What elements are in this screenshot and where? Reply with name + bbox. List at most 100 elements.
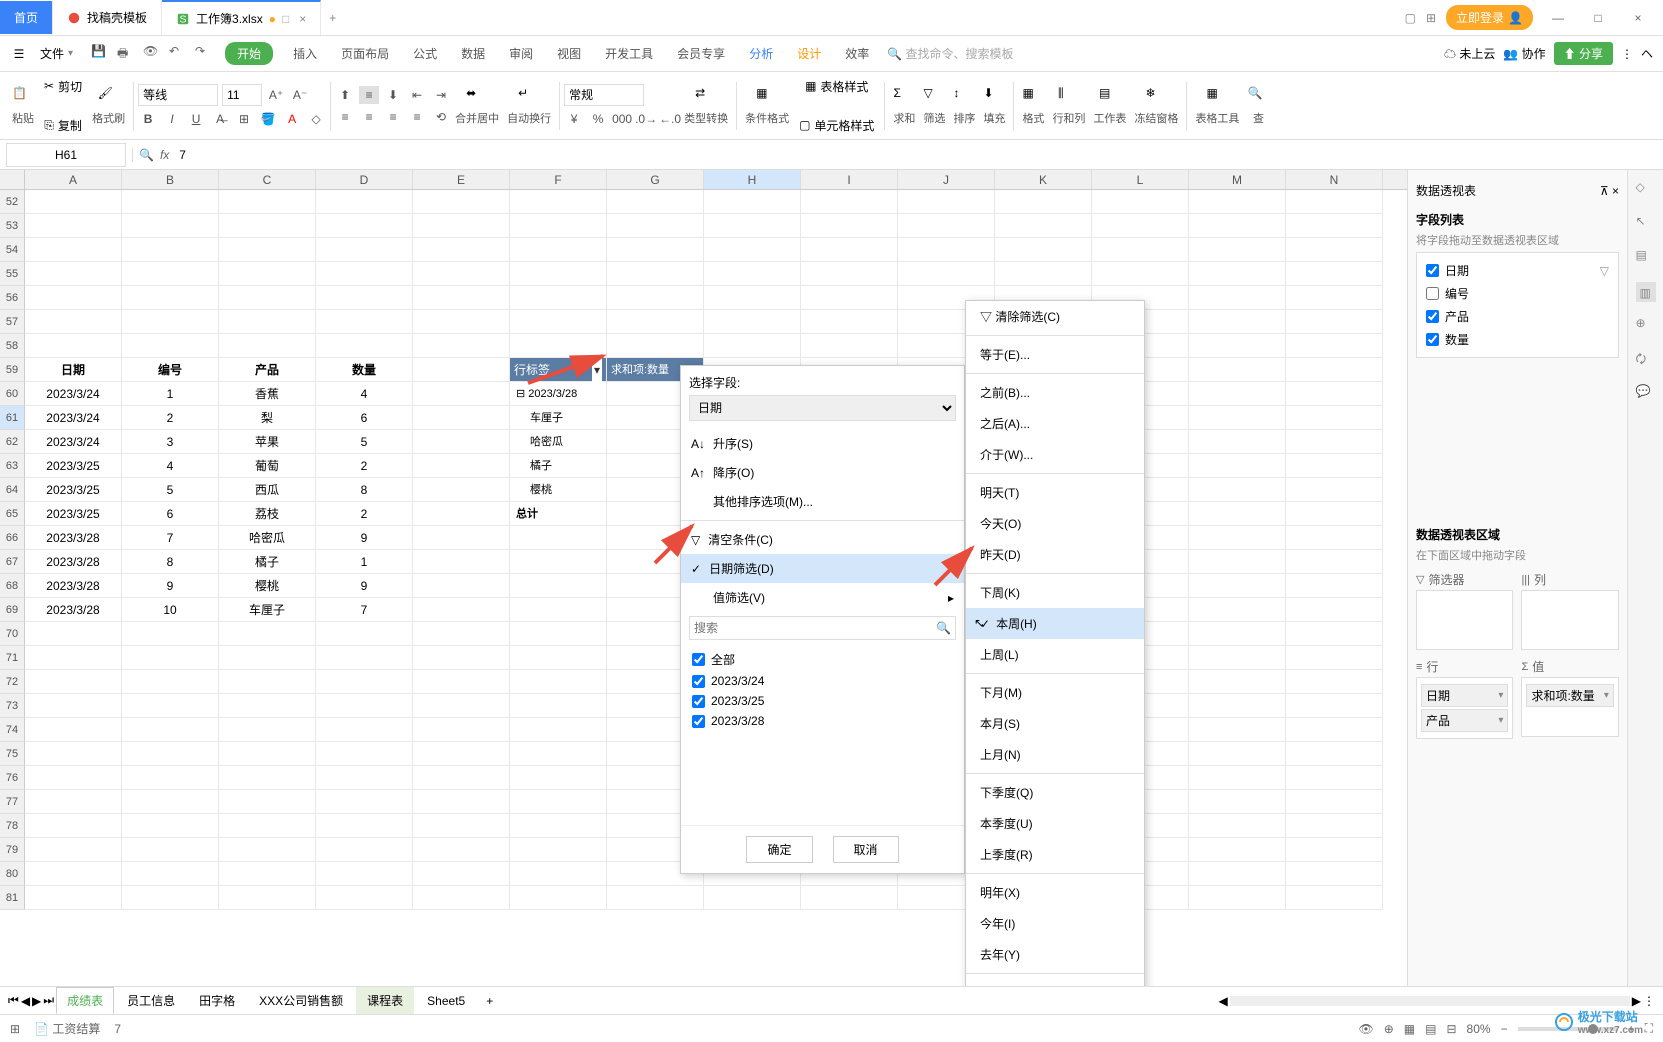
row-header[interactable]: 54 xyxy=(0,238,25,262)
cell[interactable]: 7 xyxy=(316,598,413,622)
cell[interactable]: 9 xyxy=(316,526,413,550)
cell[interactable] xyxy=(607,238,704,262)
cell[interactable] xyxy=(219,310,316,334)
cell[interactable] xyxy=(413,238,510,262)
cell[interactable]: 2023/3/24 xyxy=(25,430,122,454)
row-header[interactable]: 60 xyxy=(0,382,25,406)
cell[interactable] xyxy=(25,694,122,718)
cell[interactable] xyxy=(801,190,898,214)
cell[interactable]: 7 xyxy=(122,526,219,550)
cell[interactable]: 日期 xyxy=(25,358,122,382)
cell[interactable] xyxy=(607,310,704,334)
cell[interactable]: 橘子 xyxy=(219,550,316,574)
horizontal-scrollbar[interactable] xyxy=(1230,996,1630,1006)
cell[interactable] xyxy=(413,478,510,502)
cell[interactable]: 2023/3/28 xyxy=(25,526,122,550)
cell[interactable] xyxy=(25,766,122,790)
paste-button[interactable]: 📋粘贴 xyxy=(8,84,38,128)
cell[interactable] xyxy=(122,238,219,262)
field-qty[interactable]: 数量 xyxy=(1423,328,1612,351)
date-filter-item[interactable]: ✓日期筛选(D)▸ xyxy=(681,554,964,583)
row-header[interactable]: 52 xyxy=(0,190,25,214)
cell[interactable] xyxy=(1286,790,1383,814)
column-header-J[interactable]: J xyxy=(898,170,995,189)
row-header[interactable]: 56 xyxy=(0,286,25,310)
cell[interactable]: 6 xyxy=(122,502,219,526)
cell[interactable] xyxy=(607,190,704,214)
spreadsheet-grid[interactable]: ABCDEFGHIJKLMN 5253545556575859日期编号产品数量行… xyxy=(0,170,1407,986)
cell[interactable] xyxy=(413,838,510,862)
sheet-tab-1[interactable]: 成绩表 xyxy=(56,987,114,1014)
field-product[interactable]: 产品 xyxy=(1423,305,1612,328)
sm-yesterday[interactable]: 昨天(D) xyxy=(966,539,1144,570)
cell[interactable] xyxy=(510,574,607,598)
cell[interactable] xyxy=(1286,214,1383,238)
pin-icon[interactable]: ⊼ xyxy=(1600,184,1609,198)
cell-style-button[interactable]: ▢ 单元格样式 xyxy=(799,117,874,134)
menu-insert[interactable]: 插入 xyxy=(283,41,327,66)
column-header-L[interactable]: L xyxy=(1092,170,1189,189)
sheet-button[interactable]: ▤工作表 xyxy=(1089,84,1130,128)
cell[interactable] xyxy=(316,310,413,334)
normal-view-icon[interactable]: ▦ xyxy=(1404,1022,1415,1036)
cell[interactable] xyxy=(219,718,316,742)
cell[interactable] xyxy=(219,742,316,766)
cell[interactable] xyxy=(219,766,316,790)
cell[interactable] xyxy=(219,622,316,646)
cell[interactable] xyxy=(122,886,219,910)
cell[interactable] xyxy=(122,766,219,790)
collapse-ribbon-icon[interactable]: ヘ xyxy=(1641,45,1653,62)
formula-input[interactable] xyxy=(175,144,1663,166)
cell[interactable] xyxy=(1189,238,1286,262)
comment-icon[interactable]: 💬 xyxy=(1636,384,1656,404)
cell[interactable] xyxy=(1286,886,1383,910)
sheet-nav-next-icon[interactable]: ▶ xyxy=(32,994,41,1008)
cell[interactable]: 2023/3/25 xyxy=(25,454,122,478)
cell[interactable] xyxy=(1286,574,1383,598)
merge-button[interactable]: ⬌合并居中 xyxy=(451,84,503,128)
cell[interactable]: 8 xyxy=(316,478,413,502)
cell[interactable] xyxy=(1286,190,1383,214)
cell[interactable] xyxy=(1092,262,1189,286)
cell[interactable] xyxy=(219,670,316,694)
cell[interactable] xyxy=(122,718,219,742)
cell[interactable] xyxy=(607,286,704,310)
cell[interactable] xyxy=(995,190,1092,214)
cell[interactable]: 2023/3/28 xyxy=(25,574,122,598)
cell[interactable] xyxy=(25,814,122,838)
cell[interactable] xyxy=(510,694,607,718)
cell[interactable] xyxy=(704,214,801,238)
cell[interactable] xyxy=(510,310,607,334)
sm-this-quarter[interactable]: 本季度(U) xyxy=(966,808,1144,839)
sheet-tab-2[interactable]: 员工信息 xyxy=(116,987,186,1014)
cell[interactable] xyxy=(316,742,413,766)
cell[interactable] xyxy=(413,718,510,742)
cell[interactable] xyxy=(122,814,219,838)
align-right-icon[interactable]: ≡ xyxy=(383,108,403,126)
cell[interactable]: 2023/3/28 xyxy=(25,598,122,622)
cell[interactable]: 2 xyxy=(316,502,413,526)
row-header[interactable]: 81 xyxy=(0,886,25,910)
cell[interactable] xyxy=(25,334,122,358)
row-header[interactable]: 75 xyxy=(0,742,25,766)
cell[interactable]: 2023/3/28 xyxy=(25,550,122,574)
cell[interactable]: 西瓜 xyxy=(219,478,316,502)
row-header[interactable]: 65 xyxy=(0,502,25,526)
cell[interactable] xyxy=(316,838,413,862)
cell[interactable]: 荔枝 xyxy=(219,502,316,526)
cell[interactable] xyxy=(1189,478,1286,502)
cell[interactable] xyxy=(25,238,122,262)
wrap-button[interactable]: ↵自动换行 xyxy=(503,84,555,128)
name-box[interactable] xyxy=(6,143,126,167)
cell[interactable] xyxy=(219,214,316,238)
cell[interactable] xyxy=(1286,742,1383,766)
ok-button[interactable]: 确定 xyxy=(746,836,812,863)
cell[interactable] xyxy=(122,838,219,862)
cell[interactable] xyxy=(1189,718,1286,742)
sm-ytd[interactable]: 本年度截止到现在(A) xyxy=(966,977,1144,986)
sheet-nav-last-icon[interactable]: ⏭ xyxy=(43,993,54,1008)
apps-icon[interactable]: ⊞ xyxy=(1426,11,1436,25)
cell[interactable]: 2 xyxy=(316,454,413,478)
maximize-icon[interactable]: □ xyxy=(1583,11,1613,25)
border-icon[interactable]: ⊞ xyxy=(234,110,254,128)
